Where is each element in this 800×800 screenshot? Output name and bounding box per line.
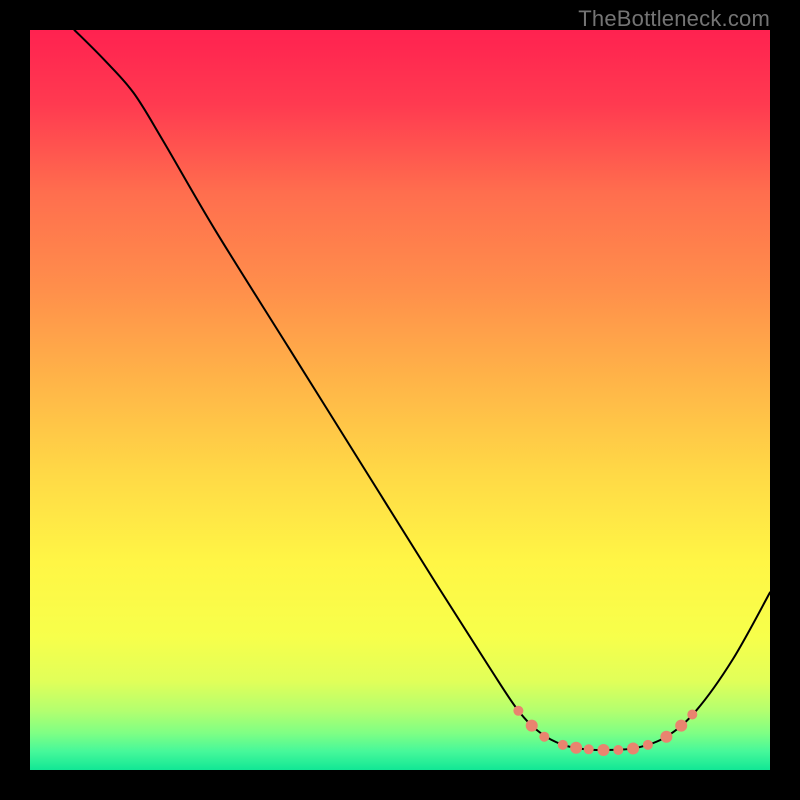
marker-dot	[660, 731, 672, 743]
marker-dot	[598, 744, 610, 756]
marker-dot	[570, 742, 582, 754]
marker-dot	[526, 720, 538, 732]
marker-dot	[513, 706, 523, 716]
marker-dot	[627, 743, 639, 755]
watermark-text: TheBottleneck.com	[578, 6, 770, 32]
chart-svg	[30, 30, 770, 770]
marker-dot	[539, 732, 549, 742]
marker-dot	[675, 720, 687, 732]
marker-dot	[643, 740, 653, 750]
marker-dot	[687, 710, 697, 720]
marker-dot	[558, 740, 568, 750]
plot-area	[30, 30, 770, 770]
gradient-background	[30, 30, 770, 770]
chart-outer: TheBottleneck.com	[0, 0, 800, 800]
marker-dot	[613, 745, 623, 755]
marker-dot	[584, 744, 594, 754]
